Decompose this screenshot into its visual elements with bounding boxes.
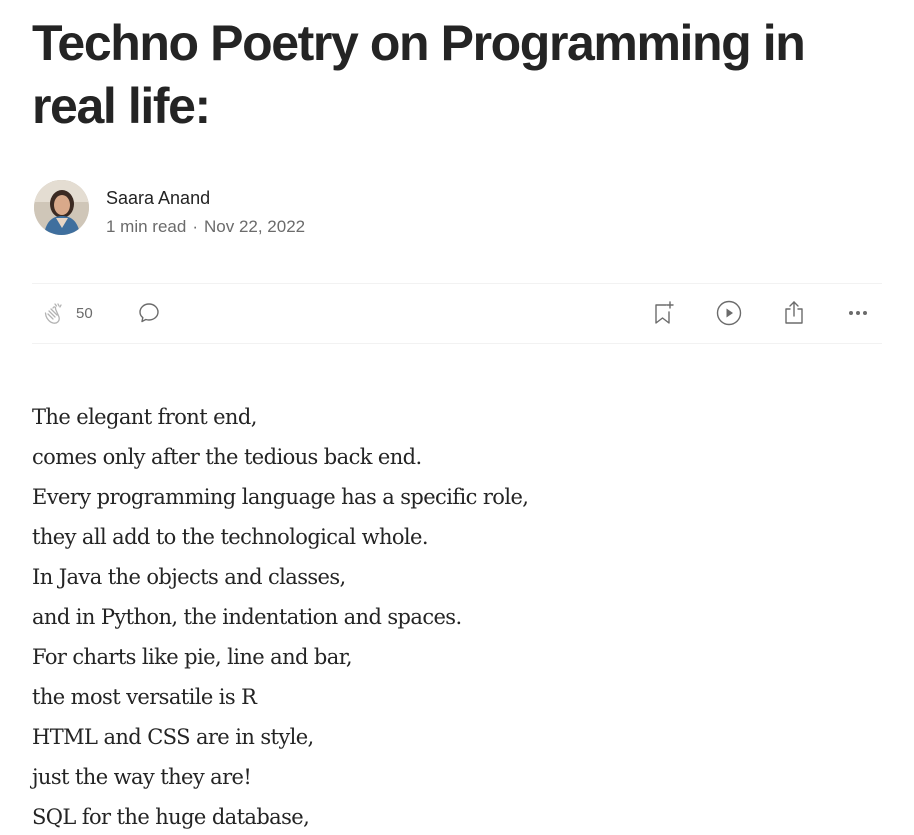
meta-separator: · — [192, 217, 198, 236]
poem-line: HTML and CSS are in style, — [32, 725, 314, 749]
article-body: The elegant front end, comes only after … — [32, 397, 882, 835]
bookmark-button[interactable] — [652, 300, 676, 326]
publish-date: Nov 22, 2022 — [204, 217, 306, 236]
poem-line: In Java the objects and classes, — [32, 565, 346, 589]
poem-line: just the way they are! — [32, 765, 252, 789]
poem-line: comes only after the tedious back end. — [32, 445, 422, 469]
action-bar: 50 — [32, 283, 882, 344]
poem-line: and in Python, the indentation and space… — [32, 605, 462, 629]
more-button[interactable] — [846, 300, 870, 326]
comment-button[interactable] — [137, 300, 161, 326]
listen-button[interactable] — [716, 300, 742, 326]
poem-line: Every programming language has a specifi… — [32, 485, 529, 509]
avatar-image — [34, 180, 89, 235]
read-time: 1 min read — [106, 217, 187, 236]
comment-icon[interactable] — [137, 301, 161, 325]
article-title: Techno Poetry on Programming in real lif… — [32, 15, 806, 134]
avatar[interactable] — [34, 180, 89, 235]
clap-icon[interactable] — [42, 300, 68, 326]
poem-line: SQL for the huge database, — [32, 805, 310, 829]
author-row: Saara Anand 1 min read · Nov 22, 2022 — [32, 180, 532, 236]
clap-count[interactable]: 50 — [76, 305, 93, 322]
share-icon[interactable] — [782, 300, 806, 326]
poem-line: they all add to the technological whole. — [32, 525, 429, 549]
play-icon[interactable] — [716, 300, 742, 326]
poem-line: the most versatile is R — [32, 685, 257, 709]
author-name[interactable]: Saara Anand — [106, 187, 210, 209]
poem-line: For charts like pie, line and bar, — [32, 645, 353, 669]
bookmark-add-icon[interactable] — [652, 300, 676, 326]
post-meta: 1 min read · Nov 22, 2022 — [106, 217, 305, 237]
share-button[interactable] — [782, 300, 806, 326]
more-icon[interactable] — [846, 301, 870, 325]
clap-button[interactable]: 50 — [42, 300, 93, 326]
poem-line: The elegant front end, — [32, 405, 257, 429]
article: Techno Poetry on Programming in real lif… — [32, 0, 882, 835]
